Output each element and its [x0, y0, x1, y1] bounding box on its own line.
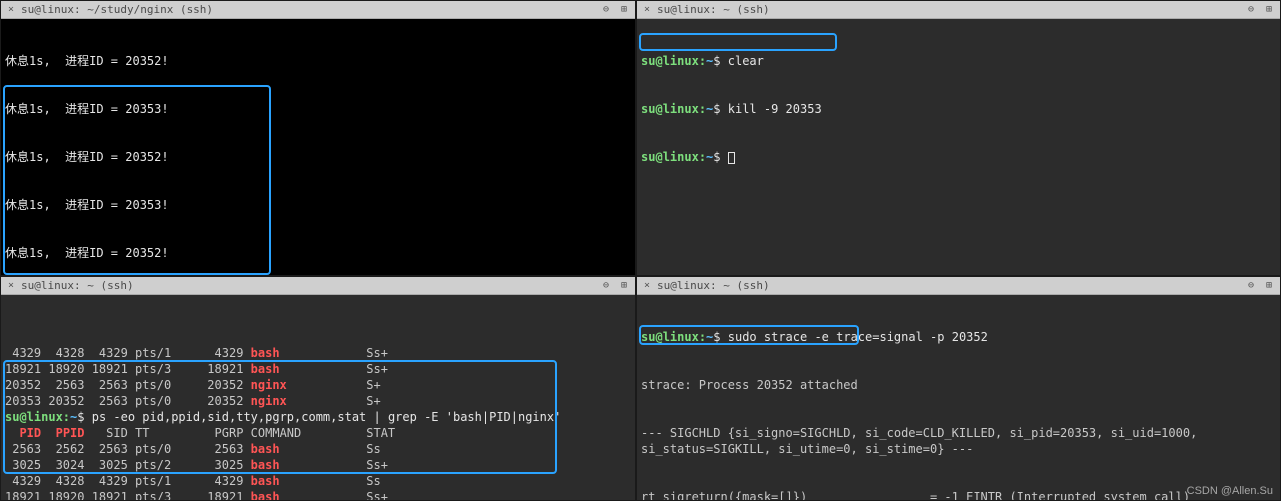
output-line: 休息1s, 进程ID = 20352!: [5, 53, 631, 69]
prompt-line: su@linux:~$ ps -eo pid,ppid,sid,tty,pgrp…: [5, 409, 631, 425]
output-line: 休息1s, 进程ID = 20353!: [5, 197, 631, 213]
output-line: rt_sigreturn({mask=[]}) = -1 EINTR (Inte…: [641, 489, 1276, 500]
prompt-line: su@linux:~$ sudo strace -e trace=signal …: [641, 329, 1276, 345]
close-icon[interactable]: ×: [641, 280, 653, 292]
table-header: PID PPID SID TT PGRP COMMAND STAT: [5, 425, 631, 441]
window-title: su@linux: ~ (ssh): [21, 279, 134, 292]
table-row: 4329 4328 4329 pts/1 4329 bash Ss: [5, 473, 631, 489]
prompt-line: su@linux:~$ kill -9 20353: [641, 101, 1276, 117]
table-row: 2563 2562 2563 pts/0 2563 bash Ss: [5, 441, 631, 457]
table-row: 20353 20352 2563 pts/0 20352 nginx S+: [5, 393, 631, 409]
table-row: 18921 18920 18921 pts/3 18921 bash Ss+: [5, 361, 631, 377]
highlight-box: [639, 33, 837, 51]
maximize-icon[interactable]: ⊞: [617, 3, 631, 17]
pane-bottom-right: × su@linux: ~ (ssh) ⊖ ⊞ su@linux:~$ sudo…: [636, 276, 1281, 501]
minimize-icon[interactable]: ⊖: [1244, 3, 1258, 17]
cursor-icon: [728, 152, 735, 164]
terminal-output-bl[interactable]: 4329 4328 4329 pts/1 4329 bash Ss+18921 …: [1, 295, 635, 500]
titlebar-bl: × su@linux: ~ (ssh) ⊖ ⊞: [1, 277, 635, 295]
titlebar-tr: × su@linux: ~ (ssh) ⊖ ⊞: [637, 1, 1280, 19]
close-icon[interactable]: ×: [5, 280, 17, 292]
output-line: strace: Process 20352 attached: [641, 377, 1276, 393]
output-line: 休息1s, 进程ID = 20352!: [5, 149, 631, 165]
window-title: su@linux: ~ (ssh): [657, 3, 770, 16]
output-line: --- SIGCHLD {si_signo=SIGCHLD, si_code=C…: [641, 425, 1276, 457]
close-icon[interactable]: ×: [5, 4, 17, 16]
pane-bottom-left: × su@linux: ~ (ssh) ⊖ ⊞ 4329 4328 4329 p…: [0, 276, 636, 501]
terminal-output-br[interactable]: su@linux:~$ sudo strace -e trace=signal …: [637, 295, 1280, 500]
terminal-output-tr[interactable]: su@linux:~$ clear su@linux:~$ kill -9 20…: [637, 19, 1280, 275]
watermark-text: CSDN @Allen.Su: [1187, 485, 1273, 497]
minimize-icon[interactable]: ⊖: [599, 279, 613, 293]
pane-top-left: × su@linux: ~/study/nginx (ssh) ⊖ ⊞ 休息1s…: [0, 0, 636, 276]
maximize-icon[interactable]: ⊞: [1262, 3, 1276, 17]
titlebar-br: × su@linux: ~ (ssh) ⊖ ⊞: [637, 277, 1280, 295]
close-icon[interactable]: ×: [641, 4, 653, 16]
table-row: 3025 3024 3025 pts/2 3025 bash Ss+: [5, 457, 631, 473]
prompt-line: su@linux:~$ clear: [641, 53, 1276, 69]
output-line: 休息1s, 进程ID = 20353!: [5, 101, 631, 117]
window-title: su@linux: ~ (ssh): [657, 279, 770, 292]
output-line: 休息1s, 进程ID = 20352!: [5, 245, 631, 261]
titlebar-tl: × su@linux: ~/study/nginx (ssh) ⊖ ⊞: [1, 1, 635, 19]
command-text: clear: [728, 54, 764, 68]
terminal-grid: × su@linux: ~/study/nginx (ssh) ⊖ ⊞ 休息1s…: [0, 0, 1281, 501]
minimize-icon[interactable]: ⊖: [599, 3, 613, 17]
command-text: kill -9 20353: [728, 102, 822, 116]
terminal-output-tl[interactable]: 休息1s, 进程ID = 20352! 休息1s, 进程ID = 20353! …: [1, 19, 635, 275]
window-title: su@linux: ~/study/nginx (ssh): [21, 3, 213, 16]
pane-top-right: × su@linux: ~ (ssh) ⊖ ⊞ su@linux:~$ clea…: [636, 0, 1281, 276]
table-row: 18921 18920 18921 pts/3 18921 bash Ss+: [5, 489, 631, 500]
table-row: 4329 4328 4329 pts/1 4329 bash Ss+: [5, 345, 631, 361]
prompt-user: su: [641, 54, 655, 68]
table-row: 20352 2563 2563 pts/0 20352 nginx S+: [5, 377, 631, 393]
maximize-icon[interactable]: ⊞: [1262, 279, 1276, 293]
prompt-line: su@linux:~$: [641, 149, 1276, 165]
maximize-icon[interactable]: ⊞: [617, 279, 631, 293]
command-text: sudo strace -e trace=signal -p 20352: [728, 330, 988, 344]
minimize-icon[interactable]: ⊖: [1244, 279, 1258, 293]
prompt-host: linux: [663, 54, 699, 68]
